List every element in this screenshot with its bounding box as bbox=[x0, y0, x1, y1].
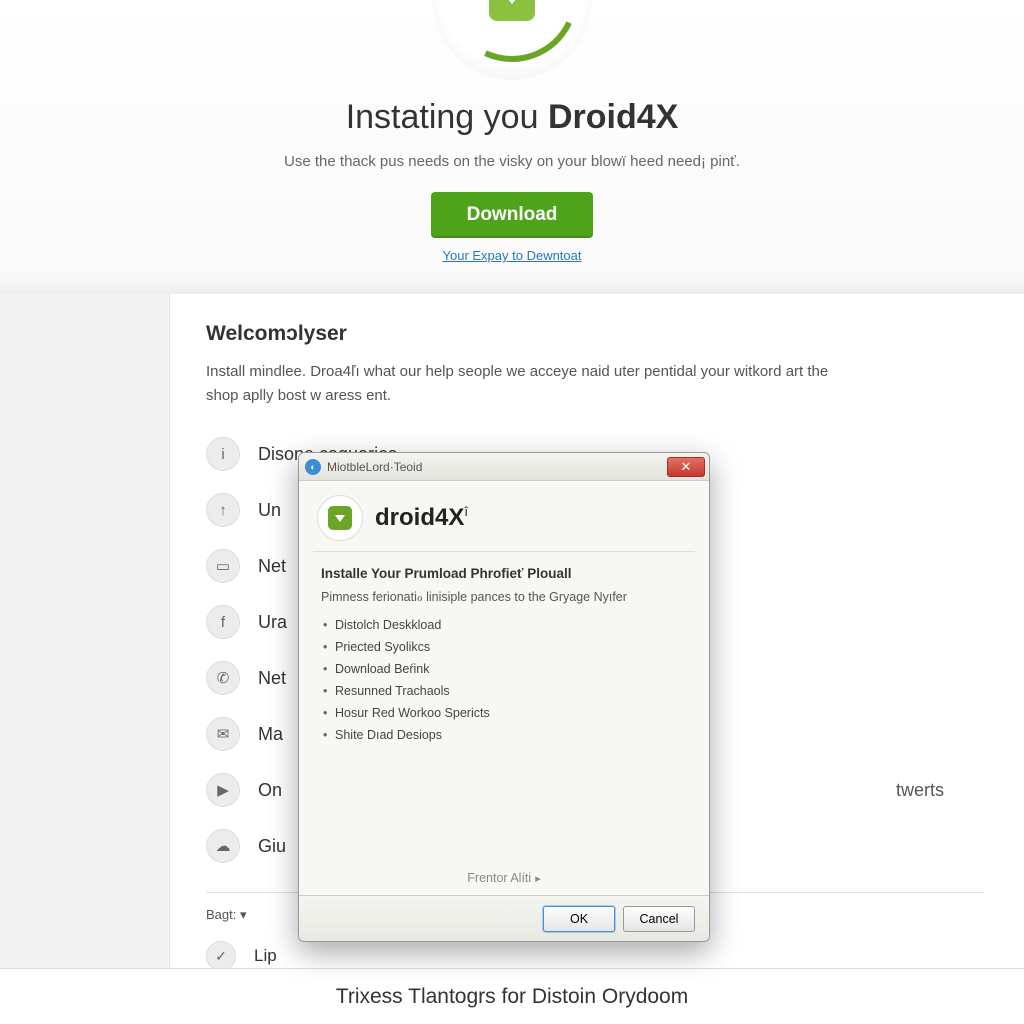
dialog-heading: Installe Your Prumload Phrofieť Plouall bbox=[321, 566, 687, 581]
hero-headline-product: Droid4X bbox=[548, 98, 678, 136]
list-item-label: Giu bbox=[258, 836, 286, 857]
dialog-bullet: Distolch Deskkload bbox=[335, 614, 687, 636]
dialog-title: MiotbleLord·Teoid bbox=[327, 460, 667, 474]
dialog-desc: Pimness ferionatiℴ linisiple pances to t… bbox=[321, 589, 687, 604]
hero-headline-prefix: Instating you bbox=[346, 98, 548, 136]
hero-headline: Instating you Droid4X bbox=[0, 98, 1024, 137]
list-item-label: Ura bbox=[258, 612, 287, 633]
info-icon: i bbox=[206, 437, 240, 471]
play-icon: ▶ bbox=[206, 773, 240, 807]
list-item-label: Un bbox=[258, 500, 281, 521]
list-item-label: Net bbox=[258, 668, 286, 689]
cancel-button[interactable]: Cancel bbox=[623, 906, 695, 932]
ok-button[interactable]: OK bbox=[543, 906, 615, 932]
list-item-label: On bbox=[258, 780, 282, 801]
alt-download-link[interactable]: Your Expay to Dewntoat bbox=[0, 248, 1024, 263]
welcome-heading: Welcomɔlyser bbox=[206, 322, 984, 346]
left-gutter bbox=[0, 294, 170, 1024]
hero-section: 2 Instating you Droid4X Use the thack pu… bbox=[0, 0, 1024, 294]
chevron-right-icon: ▸ bbox=[535, 872, 541, 885]
dialog-bullet: Download Beŕink bbox=[335, 658, 687, 680]
dialog-bullet: Shite Dıad Desiops bbox=[335, 724, 687, 746]
close-icon[interactable]: ✕ bbox=[667, 457, 705, 477]
footer-bar: Trixess Tlantogrs for Distoin Orydoom bbox=[0, 968, 1024, 1024]
list-item-trail: twerts bbox=[896, 780, 944, 801]
folder-icon: ▭ bbox=[206, 549, 240, 583]
list-item-label: Ma bbox=[258, 724, 283, 745]
facebook-icon: f bbox=[206, 605, 240, 639]
dialog-bullet-list: Distolch Deskkload Priected Syolikcs Dow… bbox=[321, 614, 687, 746]
download-button[interactable]: Download bbox=[431, 192, 594, 238]
dialog-brand-name: droid4Xî bbox=[375, 504, 468, 532]
dialog-bullet: Resunned Trachaols bbox=[335, 680, 687, 702]
dialog-brand: droid4Xî bbox=[299, 481, 709, 551]
dialog-next-link[interactable]: Frentor Alíti ▸ bbox=[299, 871, 709, 895]
dialog-next-label: Frentor Alíti bbox=[467, 871, 531, 885]
dialog-logo-icon bbox=[317, 495, 363, 541]
dialog-titlebar[interactable]: ◐ MiotbleLord·Teoid ✕ bbox=[299, 453, 709, 481]
installer-dialog: ◐ MiotbleLord·Teoid ✕ droid4Xî Installe … bbox=[298, 452, 710, 942]
footer-text: Trixess Tlantogrs for Distoin Orydoom bbox=[336, 985, 688, 1009]
mail-icon: ✉ bbox=[206, 717, 240, 751]
dialog-bullet: Priected Syolikcs bbox=[335, 636, 687, 658]
app-logo: 2 bbox=[432, 0, 592, 80]
welcome-intro: Install mindlee. Droa4ľı what our help s… bbox=[206, 360, 856, 408]
hero-subtext: Use the thack pus needs on the visky on … bbox=[0, 153, 1024, 170]
list-item-label: Lip bbox=[254, 946, 277, 966]
dialog-button-bar: OK Cancel bbox=[299, 895, 709, 941]
cloud-icon: ☁ bbox=[206, 829, 240, 863]
phone-icon: ✆ bbox=[206, 661, 240, 695]
list-item-label: Net bbox=[258, 556, 286, 577]
dialog-body: Installe Your Prumload Phrofieť Plouall … bbox=[299, 552, 709, 871]
upload-icon: ↑ bbox=[206, 493, 240, 527]
dialog-bullet: Hosur Red Workoo Spericts bbox=[335, 702, 687, 724]
check-icon: ✓ bbox=[206, 941, 236, 971]
dialog-favicon: ◐ bbox=[305, 459, 321, 475]
